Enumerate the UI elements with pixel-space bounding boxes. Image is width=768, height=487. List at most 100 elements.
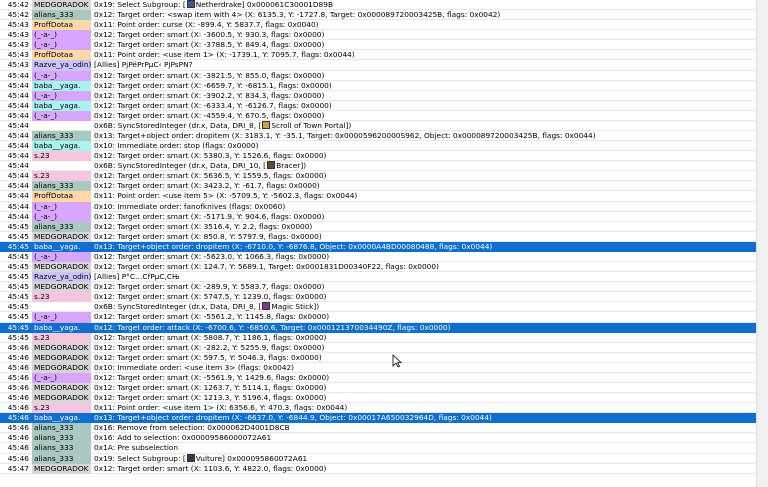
action-text: 0x19: Select Subgroup: [: [94, 0, 186, 9]
player-cell: alians_333: [32, 10, 91, 21]
action-text-suffix: Vulture] 0x000095860072A61: [195, 453, 308, 463]
time-cell: 45:45: [7, 312, 29, 322]
table-row[interactable]: 45:42 alians_333 0x12: Target order: <swap…: [0, 10, 756, 21]
table-row[interactable]: 45:44 (_-a-_) 0x10: Immediate order: fanof…: [0, 201, 756, 212]
table-row[interactable]: 45:43 ProffDotaa 0x11: Point order: curse …: [0, 20, 756, 31]
action-text: 0x6B: SyncStoredInteger (dr.x, Data, DRI…: [94, 302, 262, 312]
table-row[interactable]: 45:43 (_-a-_) 0x12: Target order: smart (X…: [0, 40, 756, 51]
table-row[interactable]: 45:46 MEDGORADOK 0x12: Target order: smart…: [0, 382, 756, 394]
player-cell: MEDGORADOK: [32, 393, 91, 404]
table-row[interactable]: 45:44 (_-a-_) 0x12: Target order: smart (X…: [0, 211, 756, 222]
player-cell: MEDGORADOK: [32, 362, 91, 373]
action-text: 0x12: Target order: smart (X: 850.8, Y: …: [94, 231, 322, 241]
table-row[interactable]: 45:45 0x6B: SyncStoredInteger (dr.x, Data…: [0, 302, 756, 313]
player-cell: ProffDotaa: [32, 20, 91, 31]
table-row[interactable]: 45:44 (_-a-_) 0x12: Target order: smart (X…: [0, 70, 756, 81]
table-row[interactable]: 45:46 MEDGORADOK 0x12: Target order: smart…: [0, 393, 756, 404]
player-cell: baba__yaga.: [34, 413, 81, 423]
action-text: 0x12: Target order: smart (X: 5380.3, Y:…: [94, 151, 327, 161]
player-cell: alians_333: [32, 181, 91, 192]
table-row[interactable]: 45:45 MEDGORADOK 0x12: Target order: smart…: [0, 282, 756, 293]
table-row[interactable]: 45:44 s.23 0x12: Target order: smart (X: 5…: [0, 171, 756, 182]
player-cell: s.23: [32, 292, 91, 303]
player-cell: alians_333: [32, 433, 91, 444]
table-row[interactable]: 45:42 MEDGORADOK 0x19: Select Subgroup: [N…: [0, 0, 756, 11]
action-cell: 0x19: Select Subgroup: [Netherdrake] 0x0…: [94, 0, 756, 10]
time-cell: 45:45: [7, 221, 29, 231]
player-cell: alians_333: [32, 221, 91, 232]
table-row-selected[interactable]: 45:45 baba__yaga. 0x13: Target+object orde…: [0, 241, 756, 252]
scroll-of-town-portal-icon: [262, 120, 271, 129]
time-cell: 45:46: [7, 423, 29, 433]
table-row[interactable]: 45:44 alians_333 0x12: Target order: smart…: [0, 181, 756, 192]
table-row[interactable]: 45:44 (_-a-_) 0x12: Target order: smart (X…: [0, 90, 756, 101]
table-row[interactable]: 45:46 MEDGORADOK 0x12: Target order: smart…: [0, 352, 756, 363]
action-cell: 0x19: Select Subgroup: [Vulture] 0x00009…: [94, 453, 756, 464]
table-row[interactable]: 45:43 ProffDotaa 0x11: Point order: <use i…: [0, 50, 756, 61]
action-cell: 0x12: Target order: smart (X: 124.7, Y: …: [94, 262, 756, 272]
action-text: [Allies] PjPëPrPµC‹ PjPsPN?: [94, 60, 193, 70]
table-row[interactable]: 45:45 s.23 0x12: Target order: smart (X: 5…: [0, 292, 756, 303]
table-row[interactable]: 45:45 s.23 0x12: Target order: smart (X: 5…: [0, 332, 756, 343]
time-cell: 45:42: [7, 10, 29, 20]
action-text: 0x6B: SyncStoredInteger (dr.x, Data, DRI…: [94, 161, 267, 171]
action-cell: 0x13: Target+object order: dropitem (X: …: [94, 413, 756, 423]
table-row[interactable]: 45:45 (_-a-_) 0x12: Target order: smart (X…: [0, 251, 756, 263]
action-text: 0x10: Immediate order: stop (flags: 0x00…: [94, 141, 259, 151]
table-row[interactable]: 45:44 0x6B: SyncStoredInteger (dr.x, Data…: [0, 120, 756, 132]
vertical-scrollbar[interactable]: [756, 0, 768, 487]
table-row[interactable]: 45:43 (_-a-_) 0x12: Target order: smart (X…: [0, 30, 756, 41]
player-cell: alians_333: [32, 453, 91, 464]
table-row[interactable]: 45:44 alians_333 0x13: Target+object order…: [0, 131, 756, 142]
table-row-selected[interactable]: 45:45 baba__yaga. 0x12: Target order: atta…: [0, 322, 756, 333]
table-row[interactable]: 45:44 baba__yaga. 0x10: Immediate order: s…: [0, 141, 756, 152]
table-row[interactable]: 45:44 ProffDotaa 0x11: Point order: <use i…: [0, 191, 756, 202]
player-cell: Razve_ya_odin): [32, 60, 91, 71]
table-row[interactable]: 45:46 alians_333 0x16: Remove from selecti…: [0, 423, 756, 434]
table-row[interactable]: 45:44 s.23 0x12: Target order: smart (X: 5…: [0, 151, 756, 162]
table-row[interactable]: 45:45 MEDGORADOK 0x12: Target order: smart…: [0, 262, 756, 273]
table-row[interactable]: 45:46 alians_333 0x1A: Pre subselection: [0, 443, 756, 454]
action-text: 0x12: Target order: smart (X: 597.5, Y: …: [94, 352, 322, 362]
player-cell: MEDGORADOK: [32, 282, 91, 293]
time-cell: 45:43: [7, 30, 29, 40]
table-row[interactable]: 45:44 0x6B: SyncStoredInteger (dr.x, Data…: [0, 161, 756, 172]
player-cell: (_-a-_): [32, 312, 91, 323]
action-cell: 0x12: Target order: smart (X: -3821.5, Y…: [94, 71, 756, 81]
table-row[interactable]: 45:46 MEDGORADOK 0x12: Target order: smart…: [0, 342, 756, 353]
table-row-selected[interactable]: 45:46 baba__yaga. 0x13: Target+object orde…: [0, 413, 756, 424]
time-cell: 45:45: [7, 262, 29, 272]
table-row[interactable]: 45:45 alians_333 0x12: Target order: smart…: [0, 221, 756, 232]
action-text-suffix: Bracer]): [276, 161, 307, 171]
table-row[interactable]: 45:46 (_-a-_) 0x12: Target order: smart (X…: [0, 372, 756, 383]
replay-actions-table: 45:42 MEDGORADOK 0x19: Select Subgroup: [N…: [0, 0, 756, 487]
action-cell: 0x13: Target+object order: dropitem (X: …: [94, 131, 756, 141]
time-cell: 45:44: [7, 90, 29, 100]
time-cell: 45:44: [7, 161, 29, 171]
action-text: 0x13: Target+object order: dropitem (X: …: [94, 413, 492, 423]
player-cell: baba__yaga.: [34, 322, 81, 332]
table-row[interactable]: 45:46 alians_333 0x16: Add to selection: 0…: [0, 433, 756, 444]
table-row[interactable]: 45:44 (_-a-_) 0x12: Target order: smart (X…: [0, 110, 756, 121]
action-text: 0x12: Target order: smart (X: -5561.9, Y…: [94, 372, 330, 382]
player-cell: (_-a-_): [32, 40, 91, 51]
player-cell: s.23: [32, 171, 91, 182]
table-row[interactable]: 45:47 MEDGORADOK 0x12: Target order: smart…: [0, 463, 756, 474]
table-row[interactable]: 45:46 alians_333 0x19: Select Subgroup: [V…: [0, 453, 756, 464]
table-row[interactable]: 45:44 baba__yaga. 0x12: Target order: smar…: [0, 100, 756, 111]
action-text: 0x12: Target order: smart (X: 1213.3, Y:…: [94, 393, 327, 403]
table-row[interactable]: 45:45 Razve_ya_odin) [Allies] P°C…CfPµC‚CЊ: [0, 272, 756, 283]
table-row[interactable]: 45:46 MEDGORADOK 0x10: Immediate order: <u…: [0, 362, 756, 373]
player-cell: baba__yaga.: [32, 80, 91, 91]
player-cell: MEDGORADOK: [32, 342, 91, 353]
action-cell: 0x16: Add to selection: 0x00009586000072…: [94, 433, 756, 443]
action-text: 0x12: Target order: smart (X: 5747.5, Y:…: [94, 292, 327, 302]
action-cell: 0x12: Target order: smart (X: 3516.4, Y:…: [94, 222, 756, 232]
action-text: 0x12: Target order: smart (X: 5636.5, Y:…: [94, 171, 327, 181]
table-row[interactable]: 45:45 (_-a-_) 0x12: Target order: smart (X…: [0, 312, 756, 323]
table-row[interactable]: 45:43 Razve_ya_odin) [Allies] PjPëPrPµC‹ P…: [0, 60, 756, 71]
table-row[interactable]: 45:46 s.23 0x11: Point order: <use item 1>…: [0, 403, 756, 414]
table-row[interactable]: 45:45 MEDGORADOK 0x12: Target order: smart…: [0, 231, 756, 242]
action-cell: 0x12: Target order: smart (X: 5747.5, Y:…: [94, 292, 756, 302]
table-row[interactable]: 45:44 baba__yaga. 0x12: Target order: smar…: [0, 80, 756, 91]
